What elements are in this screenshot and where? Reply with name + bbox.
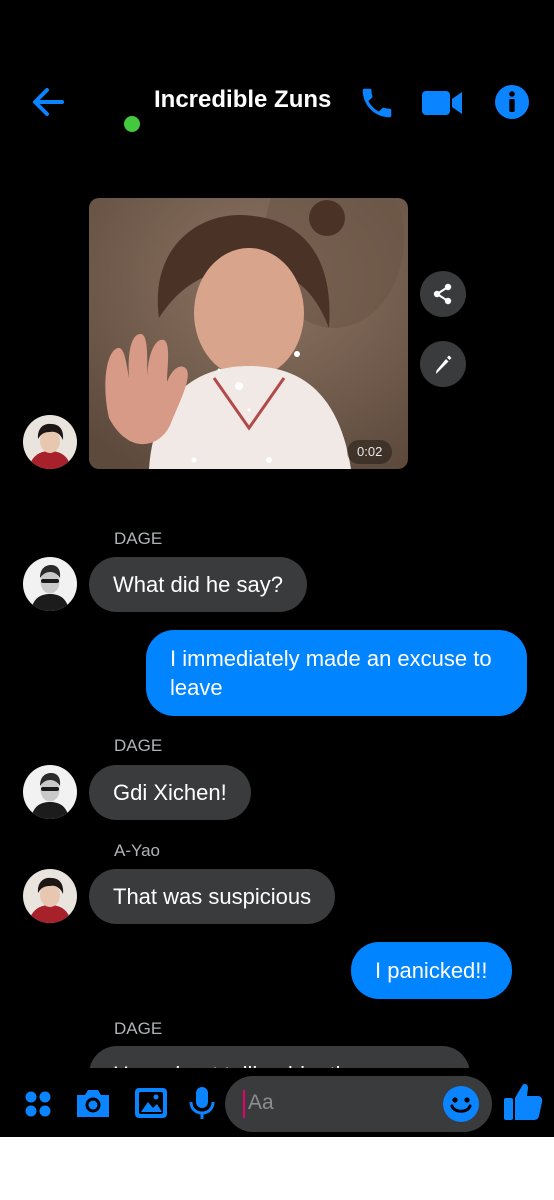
message-input[interactable]: Aa xyxy=(225,1076,492,1132)
message-input-placeholder: Aa xyxy=(248,1091,274,1114)
sender-name: DAGE xyxy=(114,529,163,548)
incoming-message[interactable]: That was suspicious xyxy=(89,869,336,924)
incoming-message[interactable]: What did he say? xyxy=(89,557,307,612)
arrow-left-icon[interactable] xyxy=(28,82,68,122)
chat-screen: Incredible Zuns 0:02 DAGE What did he sa… xyxy=(0,0,554,1137)
outgoing-message[interactable]: I immediately made an excuse to leave xyxy=(146,630,527,716)
phone-icon[interactable] xyxy=(358,84,396,122)
video-duration: 0:02 xyxy=(347,440,393,464)
info-icon[interactable] xyxy=(494,84,530,120)
edit-button[interactable] xyxy=(420,341,466,387)
sender-name: A-Yao xyxy=(114,841,160,860)
share-button[interactable] xyxy=(420,271,466,317)
grid-icon[interactable] xyxy=(22,1088,54,1120)
text-cursor xyxy=(243,1090,245,1118)
share-icon xyxy=(433,283,452,305)
thumbs-up-icon[interactable] xyxy=(502,1080,544,1122)
avatar[interactable] xyxy=(23,415,77,469)
avatar[interactable] xyxy=(23,557,77,611)
sender-name: DAGE xyxy=(114,1019,163,1038)
video-thumbnail[interactable] xyxy=(89,198,408,469)
incoming-message[interactable]: Gdi Xichen! xyxy=(89,765,251,820)
outgoing-message[interactable]: I panicked!! xyxy=(351,942,512,999)
avatar[interactable] xyxy=(23,869,77,923)
video-camera-icon[interactable] xyxy=(420,86,464,120)
online-status-dot xyxy=(124,116,140,132)
message-clip: How about telling him th... xyxy=(0,1046,554,1068)
conversation-title[interactable]: Incredible Zuns xyxy=(154,86,331,114)
smiley-icon[interactable] xyxy=(442,1085,480,1123)
microphone-icon[interactable] xyxy=(188,1085,216,1121)
camera-icon[interactable] xyxy=(74,1086,112,1120)
image-icon[interactable] xyxy=(133,1086,169,1120)
pencil-icon xyxy=(436,355,452,374)
incoming-message[interactable]: How about telling him th... xyxy=(89,1046,470,1068)
sender-name: DAGE xyxy=(114,736,163,755)
avatar[interactable] xyxy=(23,765,77,819)
